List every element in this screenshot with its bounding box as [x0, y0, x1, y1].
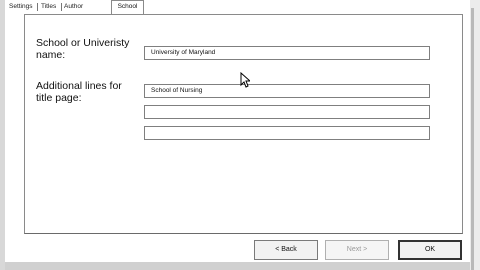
scrollbar-rule — [471, 8, 474, 270]
scrollbar-track[interactable] — [470, 0, 480, 270]
next-button[interactable]: Next > — [325, 240, 389, 260]
school-name-label: School or Univeristy name: — [36, 37, 130, 61]
tab-settings[interactable]: Settings — [9, 2, 33, 14]
additional-line-3-field[interactable] — [144, 126, 430, 140]
additional-line-1-field[interactable]: School of Nursing — [144, 84, 430, 98]
ok-button[interactable]: OK — [398, 240, 462, 260]
school-name-field[interactable]: University of Maryland — [144, 46, 430, 60]
tab-strip: Settings Titles Author School — [5, 0, 470, 15]
tab-author[interactable]: Author — [64, 2, 83, 14]
tab-separator — [37, 3, 38, 11]
window-left-edge — [0, 0, 5, 270]
additional-lines-label: Additional lines for title page: — [36, 80, 122, 104]
mouse-pointer-icon — [240, 72, 250, 88]
tab-titles[interactable]: Titles — [41, 2, 56, 14]
tab-separator — [61, 3, 62, 11]
tab-school[interactable]: School — [111, 0, 144, 15]
additional-line-2-field[interactable] — [144, 105, 430, 119]
back-button[interactable]: < Back — [254, 240, 318, 260]
window-bottom-edge — [5, 262, 470, 270]
